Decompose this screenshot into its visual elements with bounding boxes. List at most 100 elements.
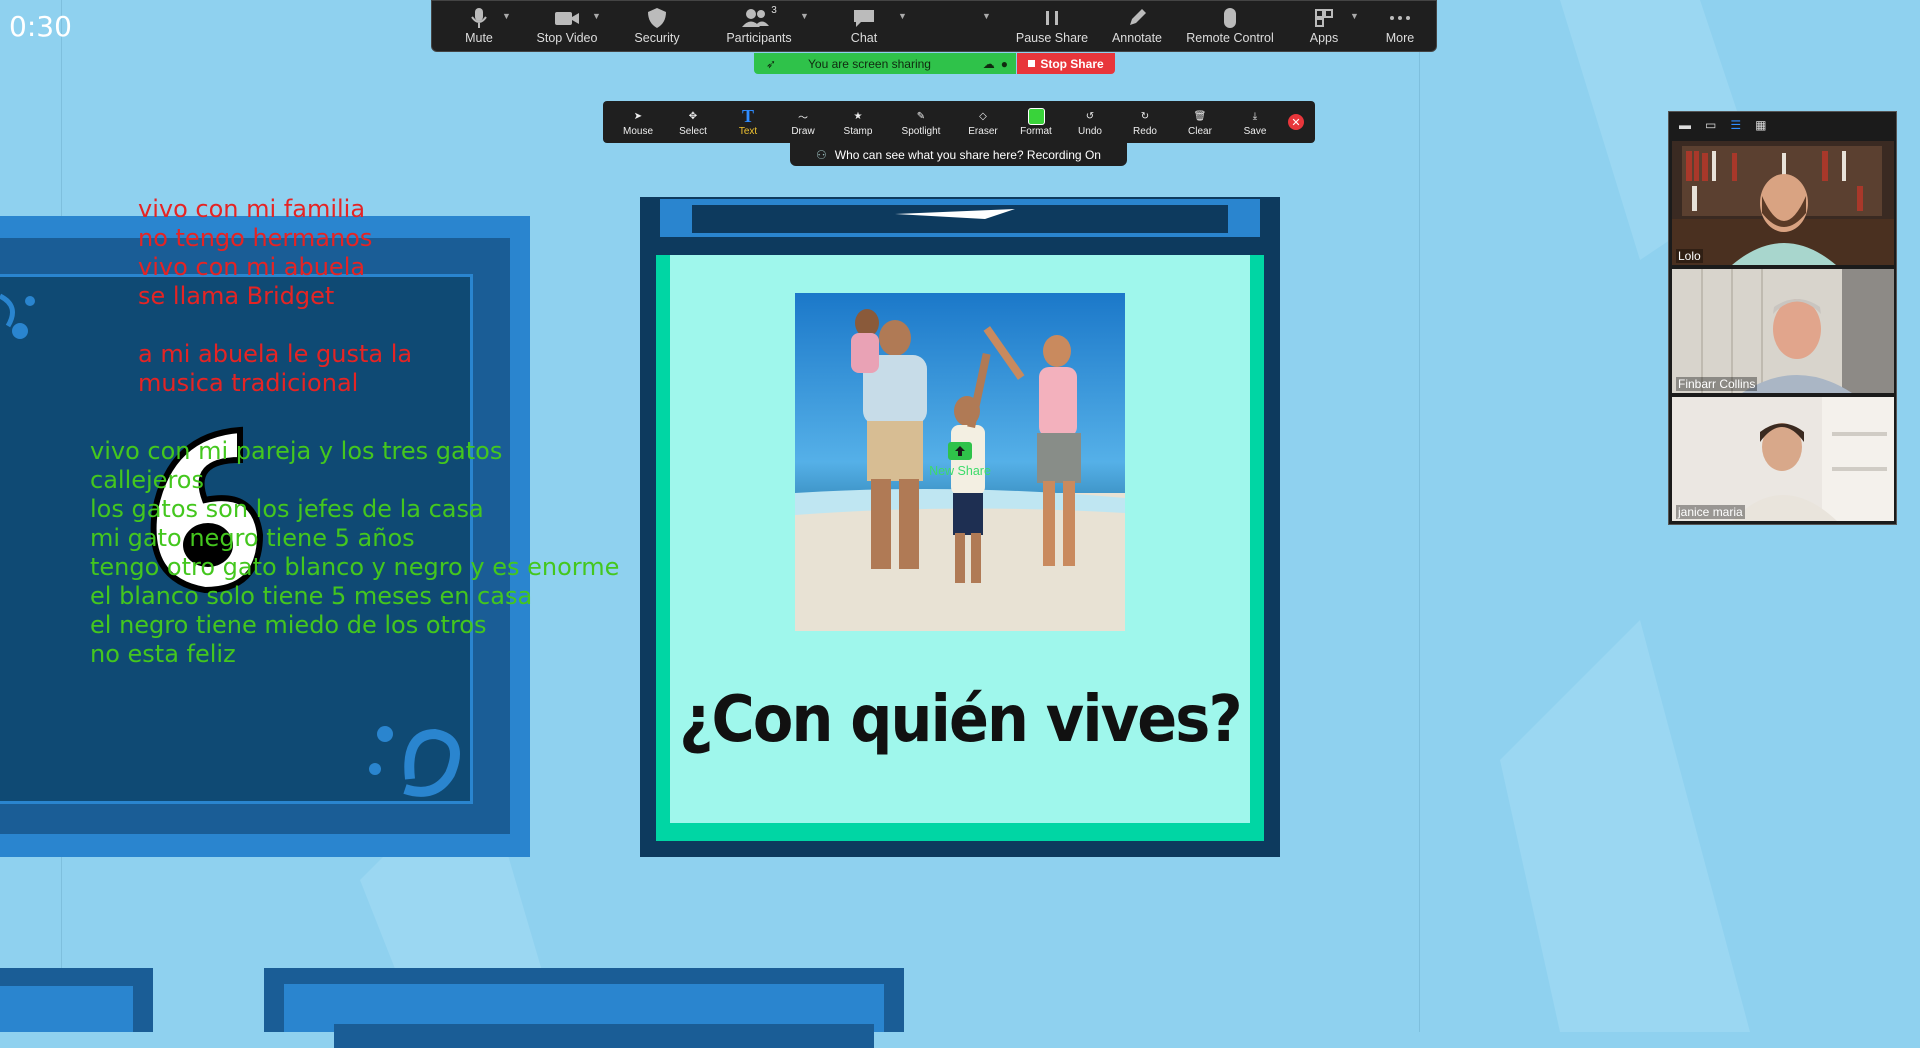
apps-button[interactable]: Apps (1294, 5, 1354, 51)
stop-video-label: Stop Video (536, 31, 598, 45)
eraser-tool[interactable]: ◇ Eraser (958, 106, 1008, 138)
new-share-button[interactable]: New Share (920, 438, 1000, 484)
stop-share-button[interactable]: Stop Share (1017, 53, 1115, 74)
cloud-icon: ☁ (982, 56, 995, 71)
select-tool-label: Select (679, 126, 707, 137)
more-button[interactable]: More (1370, 5, 1430, 51)
participant-name: Finbarr Collins (1676, 377, 1758, 391)
more-label: More (1385, 31, 1415, 45)
stop-icon (1028, 60, 1036, 67)
participant-tile[interactable]: Lolo (1672, 141, 1894, 265)
pencil-icon (1127, 5, 1147, 31)
participant-tile[interactable]: Finbarr Collins (1672, 269, 1894, 393)
participant-gallery: ▬ ▭ ☰ ▦ Lolo Finbarr Collins janice mari… (1668, 111, 1897, 525)
redo-tool-label: Redo (1133, 126, 1157, 137)
redo-tool[interactable]: ↻ Redo (1120, 106, 1170, 138)
select-tool[interactable]: ✥ Select (668, 106, 718, 138)
format-tool[interactable]: Format (1011, 106, 1061, 137)
chat-icon (853, 5, 875, 31)
chat-button[interactable]: Chat (824, 5, 904, 51)
recording-notice[interactable]: ⚇ Who can see what you share here? Recor… (790, 143, 1127, 166)
annotation-text-red[interactable]: vivo con mi familia no tengo hermanos vi… (138, 195, 412, 398)
participants-label: Participants (726, 31, 792, 45)
security-label: Security (634, 31, 680, 45)
pin-icon[interactable]: ➶ (766, 57, 780, 71)
text-tool[interactable]: T Text (723, 106, 773, 138)
shield-check-icon: ● (1000, 56, 1008, 71)
user-icon: ⚇ (816, 147, 827, 162)
pause-share-label: Pause Share (1015, 31, 1089, 45)
color-swatch-icon (1027, 106, 1045, 126)
chevron-down-icon[interactable]: ▼ (592, 11, 601, 21)
mute-label: Mute (465, 31, 493, 45)
chevron-down-icon[interactable]: ▼ (502, 11, 511, 21)
screen-sharing-label: You are screen sharing (808, 56, 931, 71)
annotation-toolbar: ➤ Mouse ✥ Select T Text 〜 Draw ★ Stamp ✎ Spotl… (603, 101, 1315, 143)
chevron-down-icon[interactable]: ▼ (982, 11, 991, 21)
undo-tool[interactable]: ↺ Undo (1065, 106, 1115, 138)
save-tool[interactable]: ⤓ Save (1230, 106, 1280, 138)
chevron-down-icon[interactable]: ▼ (898, 11, 907, 21)
trash-icon: 🗑 (1193, 110, 1207, 122)
chevron-down-icon[interactable]: ▼ (1350, 11, 1359, 21)
spotlight-tool[interactable]: ✎ Spotlight (891, 106, 951, 138)
pause-share-button[interactable]: Pause Share (1007, 5, 1097, 51)
stamp-tool-label: Stamp (843, 126, 873, 137)
participant-video (1672, 269, 1894, 393)
swirl-decoration (369, 726, 460, 797)
more-dots-icon (1389, 5, 1411, 31)
meeting-toolbar: Mute ▼ Stop Video ▼ Security 3 Participa… (431, 0, 1437, 478)
undo-icon: ↺ (1085, 110, 1095, 122)
mouse-tool-label: Mouse (622, 126, 653, 137)
minimize-icon[interactable]: ▬ (1679, 118, 1691, 132)
participant-video (1672, 141, 1894, 265)
draw-tool[interactable]: 〜 Draw (778, 106, 828, 138)
new-share-label: New Share (929, 464, 991, 478)
slide-arrow-decoration (895, 209, 1015, 219)
mouse-tool[interactable]: ➤ Mouse (613, 106, 663, 138)
text-tool-label: Text (738, 126, 758, 137)
annotation-text-green[interactable]: vivo con mi pareja y los tres gatos call… (90, 437, 619, 669)
participants-icon: 3 (741, 5, 777, 31)
hide-video-icon[interactable]: ▭ (1705, 118, 1716, 132)
star-icon: ★ (853, 110, 863, 122)
microphone-icon (471, 5, 487, 31)
spotlight-tool-label: Spotlight (901, 126, 941, 137)
redo-icon: ↻ (1140, 110, 1150, 122)
move-icon: ✥ (688, 110, 698, 122)
undo-tool-label: Undo (1078, 126, 1102, 137)
clear-tool-label: Clear (1188, 126, 1212, 137)
cursor-icon: ➤ (633, 110, 643, 122)
participants-count: 3 (771, 4, 777, 16)
mute-button[interactable]: Mute (454, 5, 504, 51)
chevron-down-icon[interactable]: ▼ (800, 11, 809, 21)
participant-tile[interactable]: janice maria (1672, 397, 1894, 521)
slide-heading: ¿Con quién vives? (679, 683, 1242, 757)
eraser-tool-label: Eraser (968, 126, 998, 137)
annotate-button[interactable]: Annotate (1097, 5, 1177, 51)
gallery-view-icon[interactable]: ▦ (1755, 118, 1766, 132)
stop-share-label: Stop Share (1040, 56, 1104, 71)
recording-timer: 0:30 (9, 10, 72, 43)
participant-name: janice maria (1676, 505, 1745, 519)
security-button[interactable]: Security (617, 5, 697, 51)
share-screen-icon (948, 438, 972, 464)
participants-button[interactable]: 3 Participants (714, 5, 804, 51)
shield-icon (647, 5, 667, 31)
screen-sharing-indicator: ➶ You are screen sharing ☁ ● (754, 53, 1016, 74)
eraser-icon: ◇ (979, 110, 987, 122)
stamp-tool[interactable]: ★ Stamp (833, 106, 883, 138)
chat-label: Chat (850, 31, 878, 45)
recording-notice-label: Who can see what you share here? Recordi… (834, 147, 1101, 162)
clear-tool[interactable]: 🗑 Clear (1175, 106, 1225, 138)
annotate-label: Annotate (1111, 31, 1163, 45)
format-tool-label: Format (1020, 126, 1052, 137)
slide-thumbnail-bottom (264, 968, 904, 1048)
divider-right (1419, 0, 1420, 1032)
slide-thumbnail-bottom-left (0, 968, 153, 1032)
close-icon[interactable]: ✕ (1288, 114, 1304, 130)
apps-icon (1314, 5, 1334, 31)
speaker-view-icon[interactable]: ☰ (1730, 118, 1741, 132)
remote-control-button[interactable]: Remote Control (1180, 5, 1280, 51)
remote-control-label: Remote Control (1186, 31, 1274, 45)
